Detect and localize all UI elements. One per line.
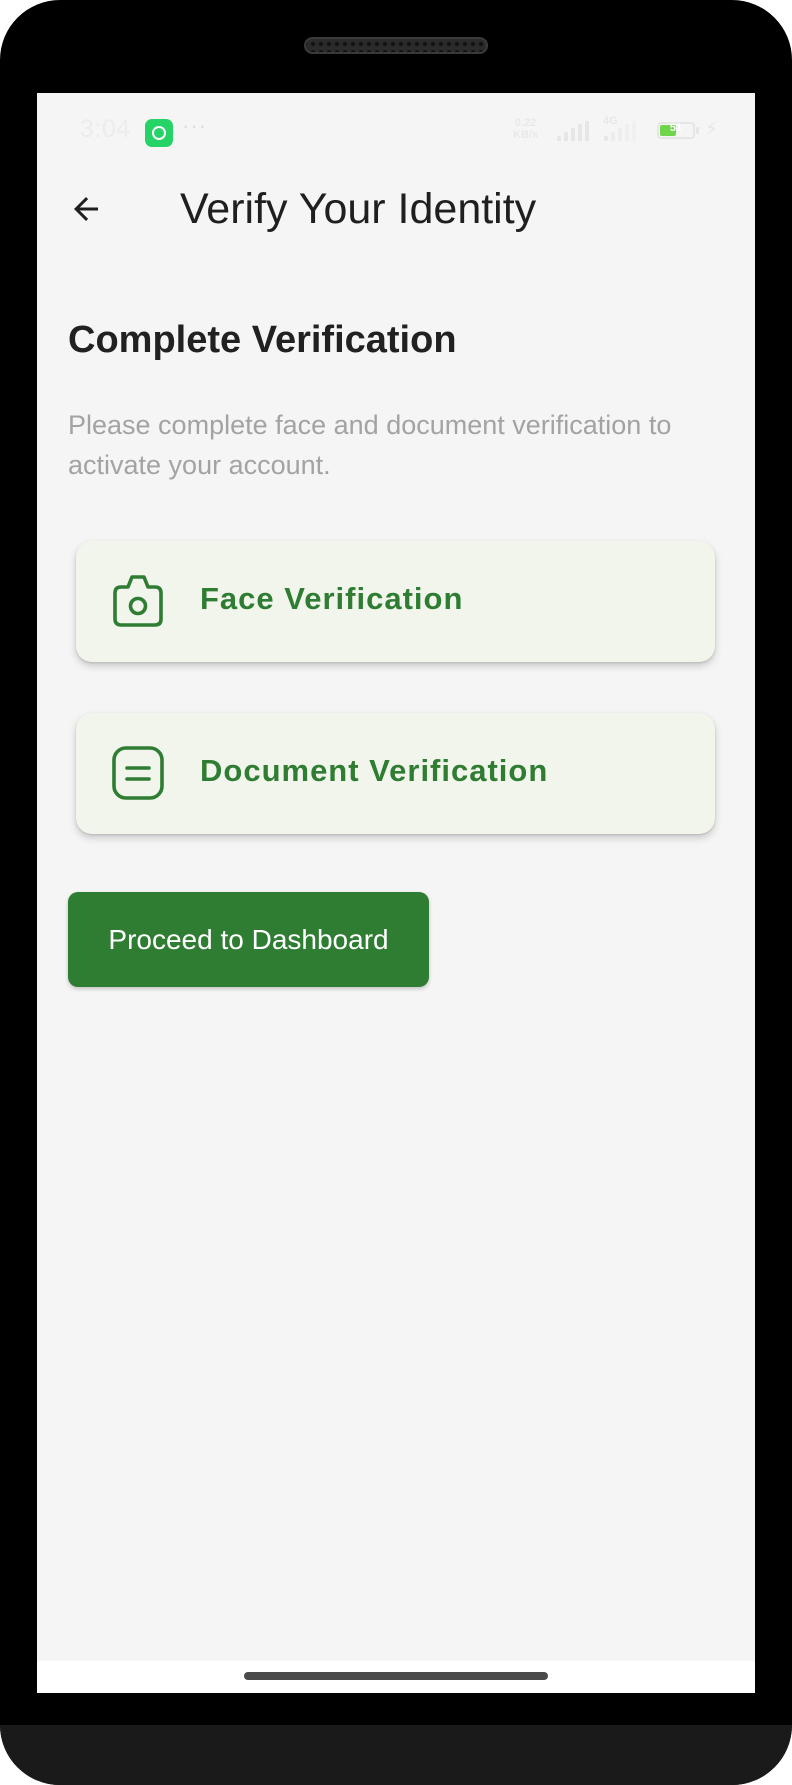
whatsapp-icon (145, 119, 173, 147)
charging-bolt-icon: ⚡ (705, 119, 719, 140)
proceed-to-dashboard-button[interactable]: Proceed to Dashboard (68, 892, 429, 987)
document-verification-card[interactable]: Document Verification (76, 713, 715, 834)
battery-icon: 51 (657, 122, 699, 139)
phone-speaker (304, 37, 488, 54)
signal-strength-secondary-icon (604, 121, 636, 141)
arrow-left-icon (74, 197, 98, 221)
section-description: Please complete face and document verifi… (68, 410, 672, 480)
home-indicator[interactable] (244, 1672, 548, 1680)
battery-percent: 51 (669, 122, 683, 134)
page-title: Verify Your Identity (180, 185, 537, 233)
face-verification-label: Face Verification (200, 581, 464, 616)
network-speed-unit: KB/s (513, 129, 539, 141)
network-speed-value: 0.22 (514, 117, 537, 129)
camera-icon (111, 573, 165, 629)
status-time: 3:04 (80, 115, 131, 143)
phone-bottom-bezel (0, 1725, 792, 1785)
face-verification-card[interactable]: Face Verification (76, 541, 715, 662)
network-speed: 0.22 KB/s (513, 117, 538, 141)
app-screen: 3:04 ··· 0.22 KB/s 4G 51 ⚡ Verify Your I… (37, 93, 755, 1693)
section-heading: Complete Verification (68, 319, 457, 361)
navigation-bar (37, 1661, 755, 1693)
phone-frame: 3:04 ··· 0.22 KB/s 4G 51 ⚡ Verify Your I… (0, 0, 792, 1785)
more-notifications-indicator: ··· (182, 113, 207, 138)
signal-strength-icon (557, 121, 589, 141)
document-icon (111, 745, 165, 801)
document-verification-label: Document Verification (200, 753, 549, 788)
back-button[interactable] (64, 187, 108, 231)
status-bar: 3:04 ··· 0.22 KB/s 4G 51 ⚡ (37, 93, 755, 147)
